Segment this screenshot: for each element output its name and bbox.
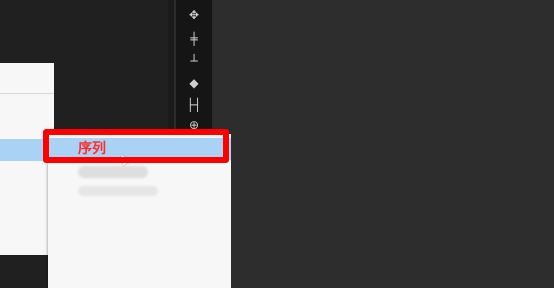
submenu-item-blurred[interactable] bbox=[78, 166, 148, 178]
submenu-item-blurred[interactable] bbox=[78, 186, 158, 196]
highlight-annotation-box bbox=[43, 129, 229, 163]
distribute-horizontal-icon[interactable]: ├┤ bbox=[182, 96, 206, 114]
menu-separator bbox=[0, 93, 54, 94]
align-toolbar: ✥ ╪ ┴ ◆ ├┤ ⊕ bbox=[176, 0, 212, 140]
align-vertical-center-icon[interactable]: ╪ bbox=[182, 30, 206, 48]
align-bottom-icon[interactable]: ┴ bbox=[182, 52, 206, 70]
move-icon[interactable]: ✥ bbox=[182, 6, 206, 24]
workspace-canvas[interactable] bbox=[214, 0, 554, 288]
diamond-icon[interactable]: ◆ bbox=[182, 74, 206, 92]
